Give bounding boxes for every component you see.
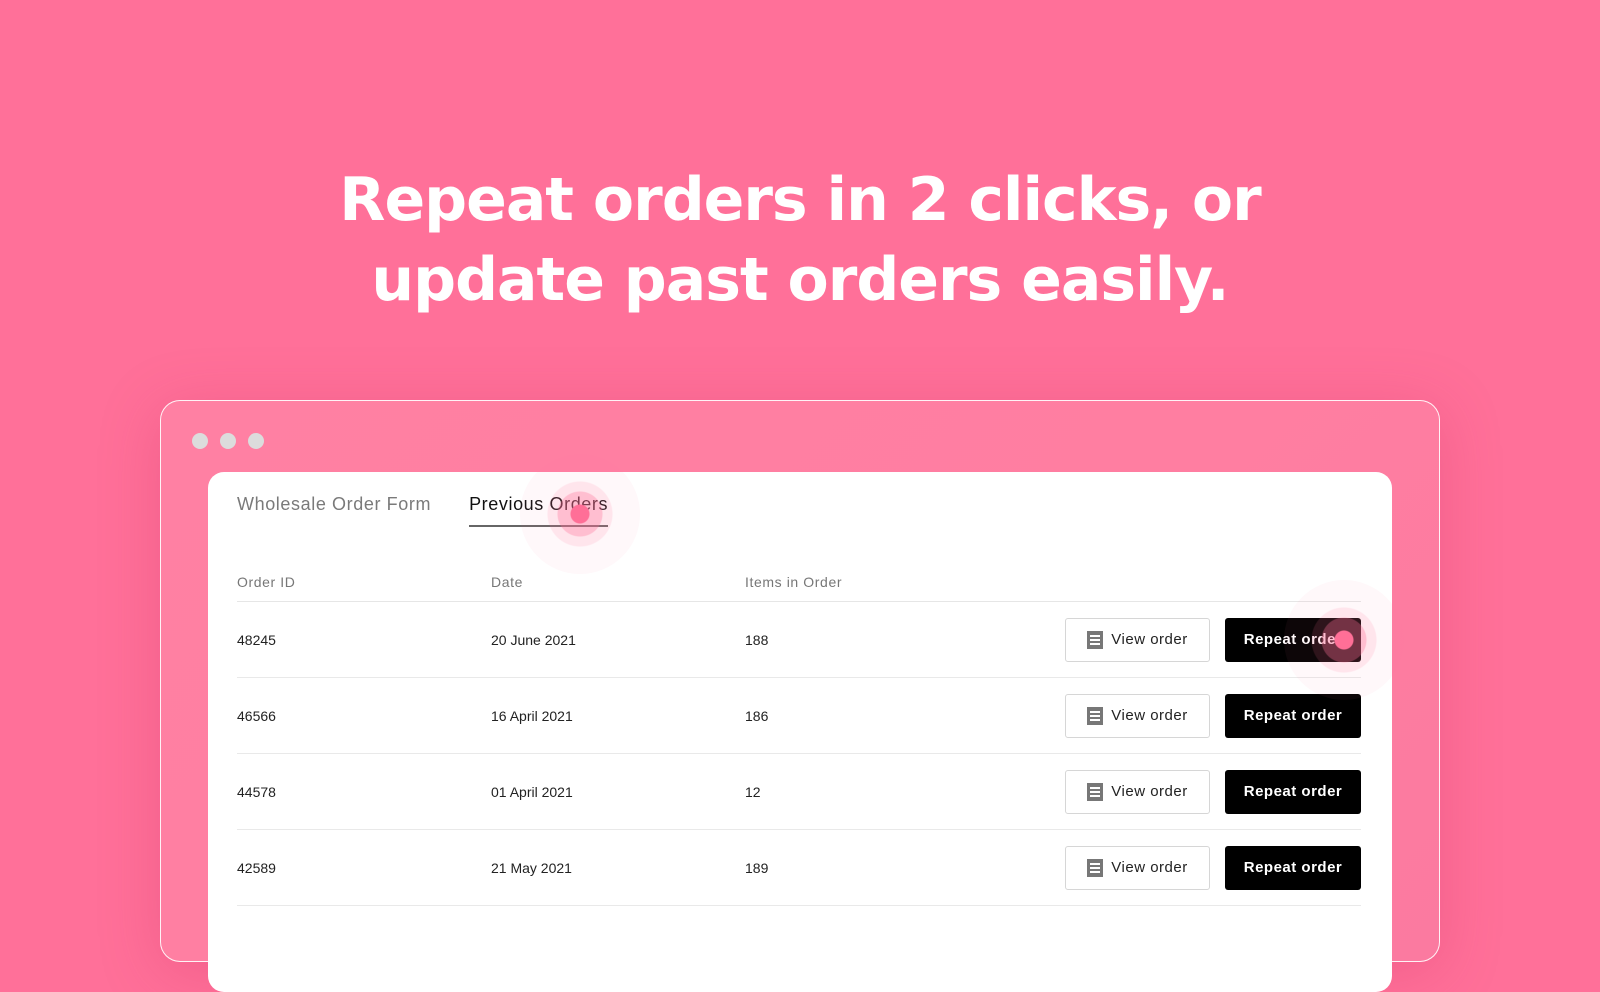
repeat-order-button[interactable]: Repeat order — [1225, 769, 1361, 814]
repeat-order-button[interactable]: Repeat order — [1225, 617, 1361, 662]
column-header-date: Date — [491, 573, 523, 590]
tab-bar: Wholesale Order Form Previous Orders — [237, 494, 609, 527]
window-dot-close[interactable] — [192, 433, 208, 449]
window-controls — [192, 433, 264, 449]
headline-line-1: Repeat orders in 2 clicks, or — [339, 165, 1261, 235]
receipt-icon — [1087, 858, 1104, 877]
tab-previous-orders[interactable]: Previous Orders — [469, 494, 609, 527]
column-header-order-id: Order ID — [237, 573, 296, 590]
receipt-icon — [1087, 630, 1104, 649]
order-date: 20 June 2021 — [491, 631, 576, 648]
window-dot-minimize[interactable] — [220, 433, 236, 449]
repeat-order-button[interactable]: Repeat order — [1225, 693, 1361, 738]
order-date: 21 May 2021 — [491, 859, 572, 876]
orders-card: Wholesale Order Form Previous Orders Ord… — [208, 472, 1392, 992]
view-order-button[interactable]: View order — [1065, 769, 1210, 814]
view-order-button[interactable]: View order — [1065, 845, 1210, 890]
order-items: 189 — [745, 859, 769, 876]
receipt-icon — [1087, 782, 1104, 801]
order-id: 42589 — [237, 859, 276, 876]
table-row: 42589 21 May 2021 189 View order Repeat … — [237, 830, 1361, 906]
column-header-items: Items in Order — [745, 573, 843, 590]
row-actions: View order Repeat order — [1065, 693, 1361, 738]
order-id: 44578 — [237, 783, 276, 800]
row-actions: View order Repeat order — [1065, 617, 1361, 662]
table-header: Order ID Date Items in Order — [237, 562, 1361, 602]
row-actions: View order Repeat order — [1065, 845, 1361, 890]
repeat-order-button[interactable]: Repeat order — [1225, 845, 1361, 890]
table-row: 48245 20 June 2021 188 View order Repeat… — [237, 602, 1361, 678]
view-order-button[interactable]: View order — [1065, 693, 1210, 738]
row-actions: View order Repeat order — [1065, 769, 1361, 814]
view-order-label: View order — [1111, 631, 1188, 648]
headline-line-2: update past orders easily. — [371, 245, 1229, 315]
view-order-button[interactable]: View order — [1065, 617, 1210, 662]
order-date: 01 April 2021 — [491, 783, 573, 800]
order-items: 188 — [745, 631, 769, 648]
view-order-label: View order — [1111, 707, 1188, 724]
orders-table: Order ID Date Items in Order 48245 20 Ju… — [237, 562, 1361, 906]
order-items: 12 — [745, 783, 761, 800]
view-order-label: View order — [1111, 783, 1188, 800]
order-id: 46566 — [237, 707, 276, 724]
browser-window: Wholesale Order Form Previous Orders Ord… — [160, 400, 1440, 992]
order-id: 48245 — [237, 631, 276, 648]
order-items: 186 — [745, 707, 769, 724]
view-order-label: View order — [1111, 859, 1188, 876]
table-row: 44578 01 April 2021 12 View order Repeat… — [237, 754, 1361, 830]
window-dot-maximize[interactable] — [248, 433, 264, 449]
tab-wholesale-order-form[interactable]: Wholesale Order Form — [237, 494, 431, 527]
headline: Repeat orders in 2 clicks, or update pas… — [0, 160, 1600, 320]
receipt-icon — [1087, 706, 1104, 725]
table-row: 46566 16 April 2021 186 View order Repea… — [237, 678, 1361, 754]
order-date: 16 April 2021 — [491, 707, 573, 724]
